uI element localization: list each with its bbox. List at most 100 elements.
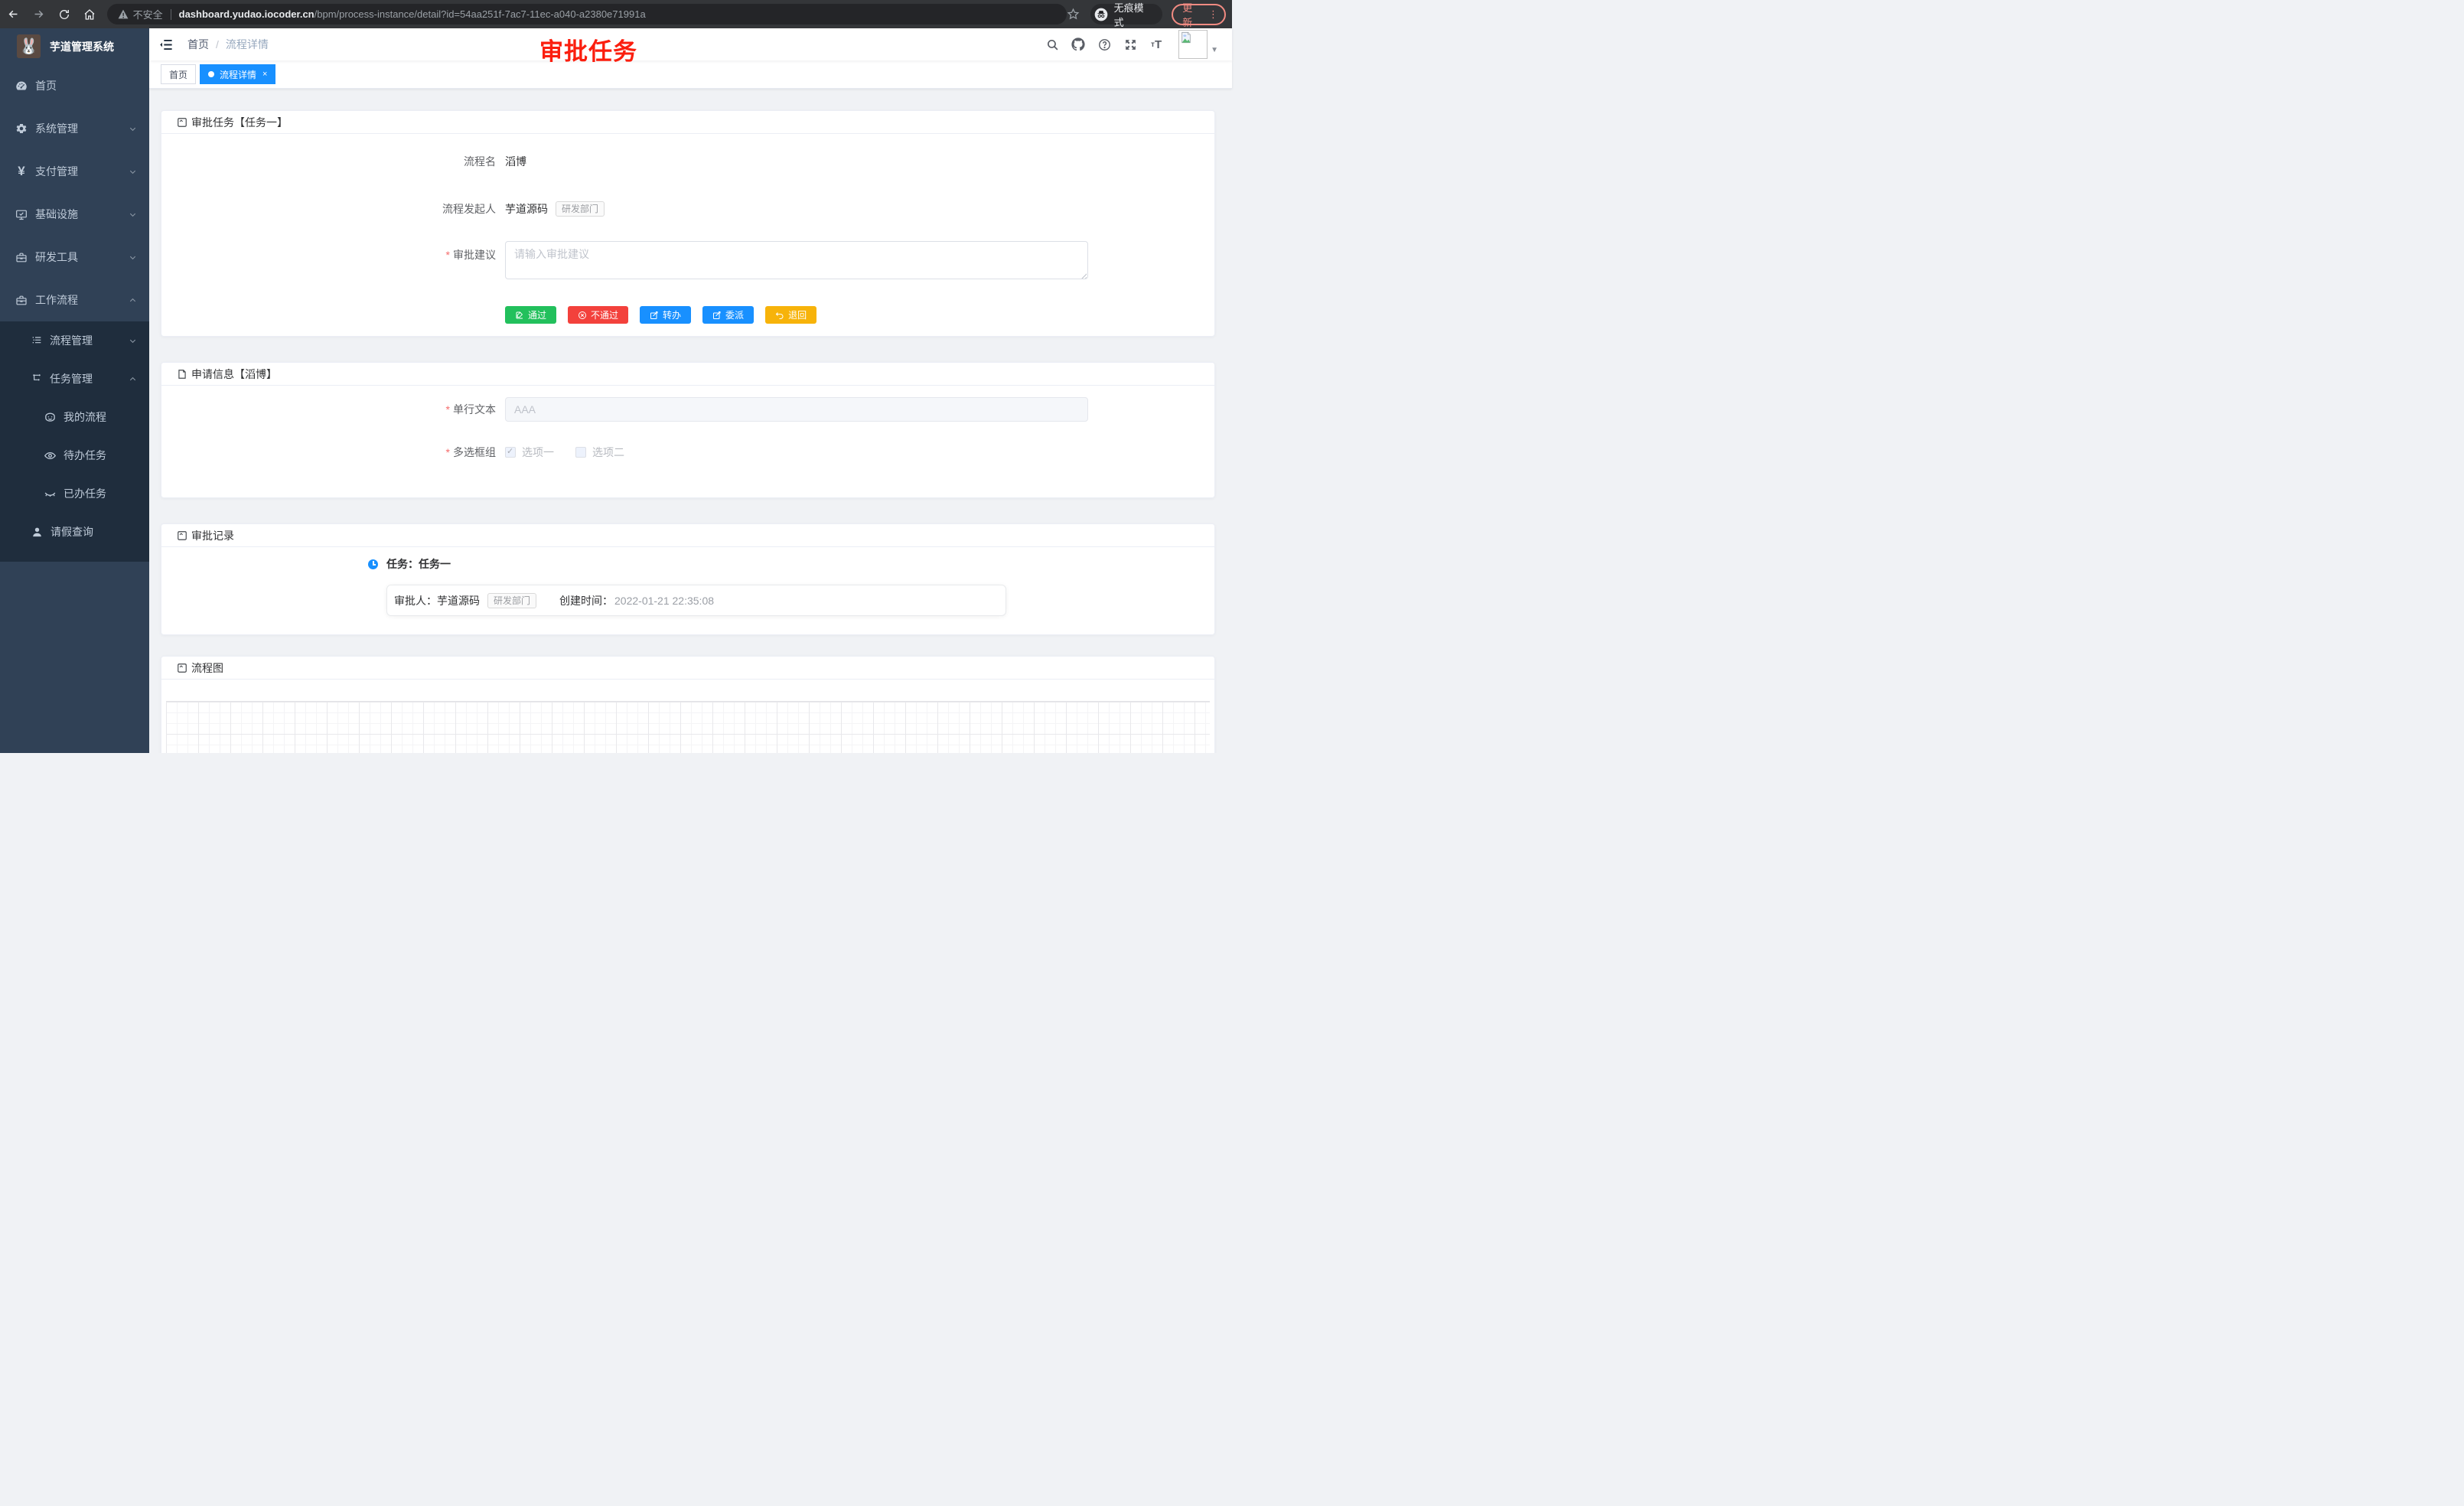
sidebar-item-done-tasks[interactable]: 已办任务 [0, 474, 149, 513]
checkbox-group-row: *多选框组 选项一 选项二 [177, 445, 1199, 460]
sidebar-item-label: 支付管理 [35, 164, 78, 179]
sidebar-item-my-process[interactable]: 我的流程 [0, 398, 149, 436]
forward-icon[interactable] [28, 3, 51, 26]
sidebar-item-devtools[interactable]: 研发工具 [0, 236, 149, 279]
tab-process-detail[interactable]: 流程详情 × [200, 64, 275, 84]
app-logo: 🐰 [17, 34, 41, 58]
tree-icon [31, 373, 43, 385]
close-icon[interactable]: × [262, 70, 267, 79]
sidebar-item-process-mgmt[interactable]: 流程管理 [0, 321, 149, 360]
chevron-up-icon [129, 375, 137, 383]
sidebar-item-system[interactable]: 系统管理 [0, 107, 149, 150]
sidebar-item-infra[interactable]: 基础设施 [0, 193, 149, 236]
incognito-icon [1093, 7, 1109, 22]
checkbox-checked-icon [505, 447, 516, 458]
chevron-up-icon [129, 296, 137, 305]
breadcrumb-current: 流程详情 [226, 37, 269, 52]
sidebar-item-label: 请假查询 [51, 524, 93, 539]
face-icon [44, 411, 57, 424]
back-icon[interactable] [2, 3, 25, 26]
assignee-dept-tag: 研发部门 [487, 593, 536, 608]
gear-icon [15, 122, 28, 135]
breadcrumb-home[interactable]: 首页 [187, 37, 209, 52]
delegate-button[interactable]: 委派 [702, 306, 754, 324]
chevron-down-icon [129, 210, 137, 219]
page-url[interactable]: dashboard.yudao.iocoder.cn/bpm/process-i… [179, 8, 646, 20]
edit-icon [712, 311, 722, 320]
avatar-dropdown-caret-icon[interactable]: ▼ [1211, 46, 1218, 54]
record-detail-box: 审批人： 芋道源码 研发部门 创建时间： 2022-01-21 22:35:08 [386, 585, 1006, 616]
process-name-row: 流程名 滔博 [177, 154, 1199, 169]
active-tab-dot [208, 71, 214, 77]
assignee-value: 芋道源码 [437, 593, 480, 608]
fullscreen-icon[interactable] [1120, 34, 1140, 54]
github-icon[interactable] [1068, 34, 1088, 54]
checkbox-group-label: *多选框组 [177, 445, 505, 460]
sidebar-item-todo-tasks[interactable]: 待办任务 [0, 436, 149, 474]
address-bar[interactable]: 不安全 dashboard.yudao.iocoder.cn/bpm/proce… [107, 4, 1067, 24]
sidebar-item-label: 待办任务 [64, 448, 106, 463]
browser-update-button[interactable]: 更新 ⋮ [1172, 4, 1226, 25]
process-name-label: 流程名 [177, 154, 505, 169]
circle-close-icon [578, 311, 587, 320]
edit-icon [515, 311, 524, 320]
incognito-badge: 无痕模式 [1090, 4, 1163, 24]
monitor-icon [15, 208, 28, 220]
sidebar-item-label: 基础设施 [35, 207, 78, 222]
required-asterisk: * [446, 249, 450, 261]
insecure-warning-icon[interactable] [118, 9, 129, 19]
suggestion-textarea[interactable] [505, 241, 1088, 279]
card-title: 审批任务【任务一】 [191, 115, 288, 130]
transfer-button[interactable]: 转办 [640, 306, 691, 324]
eye-closed-icon [44, 487, 57, 500]
approval-task-card: 审批任务【任务一】 流程名 滔博 流程发起人 芋道源码 研发部门 *审批建议 [161, 110, 1215, 337]
reject-button[interactable]: 不通过 [568, 306, 628, 324]
card-header: 流程图 [161, 657, 1214, 680]
toolbox-icon [15, 294, 28, 306]
incognito-label: 无痕模式 [1114, 0, 1154, 29]
approve-button[interactable]: 通过 [505, 306, 556, 324]
card-title: 申请信息【滔博】 [191, 367, 277, 382]
tab-home[interactable]: 首页 [161, 64, 196, 84]
application-info-card: 申请信息【滔博】 *单行文本 *多选框组 选项一 选项二 [161, 362, 1215, 498]
sidebar-item-home[interactable]: 首页 [0, 64, 149, 107]
list-icon [31, 334, 43, 347]
reload-icon[interactable] [53, 3, 76, 26]
return-button[interactable]: 退回 [765, 306, 816, 324]
browser-toolbar: 不安全 dashboard.yudao.iocoder.cn/bpm/proce… [0, 0, 1232, 28]
single-text-input[interactable] [505, 397, 1088, 422]
card-header: 审批记录 [161, 524, 1214, 547]
security-label: 不安全 [133, 7, 163, 21]
records-card-icon [177, 530, 187, 541]
app-logo-row: 🐰 芋道管理系统 [0, 28, 149, 64]
help-icon[interactable] [1094, 34, 1114, 54]
sidebar-item-workflow[interactable]: 工作流程 [0, 279, 149, 321]
bpmn-canvas[interactable] [166, 701, 1210, 753]
single-text-label: *单行文本 [177, 402, 505, 417]
sidebar-item-leave-query[interactable]: 请假查询 [0, 513, 149, 551]
checkbox-unchecked-icon [575, 447, 586, 458]
sidebar-item-payment[interactable]: ¥ 支付管理 [0, 150, 149, 193]
workflow-submenu: 流程管理 任务管理 我的流程 待办任务 已办任务 [0, 321, 149, 562]
initiator-dept-tag: 研发部门 [556, 201, 605, 217]
font-size-icon[interactable]: тT [1146, 34, 1166, 54]
checkbox-option-1[interactable]: 选项一 [505, 445, 554, 460]
app-header: 首页 / 流程详情 тT ▼ [149, 28, 1232, 60]
required-asterisk: * [446, 446, 450, 458]
checkbox-option-2[interactable]: 选项二 [575, 445, 624, 460]
bookmark-star-icon[interactable] [1067, 8, 1080, 21]
sidebar-item-task-mgmt[interactable]: 任务管理 [0, 360, 149, 398]
card-header: 申请信息【滔博】 [161, 363, 1214, 386]
app-title: 芋道管理系统 [50, 39, 114, 54]
browser-menu-icon[interactable]: ⋮ [1208, 8, 1218, 21]
main-content: 审批任务【任务一】 流程名 滔博 流程发起人 芋道源码 研发部门 *审批建议 [149, 89, 1232, 753]
chevron-down-icon [129, 253, 137, 262]
process-diagram-card: 流程图 [161, 656, 1215, 753]
sidebar-item-label: 研发工具 [35, 249, 78, 265]
avatar[interactable] [1178, 30, 1208, 59]
sidebar-item-label: 任务管理 [50, 371, 93, 386]
search-icon[interactable] [1042, 34, 1062, 54]
yen-icon: ¥ [15, 165, 28, 178]
home-icon[interactable] [78, 3, 101, 26]
sidebar-collapse-icon[interactable] [158, 37, 174, 52]
